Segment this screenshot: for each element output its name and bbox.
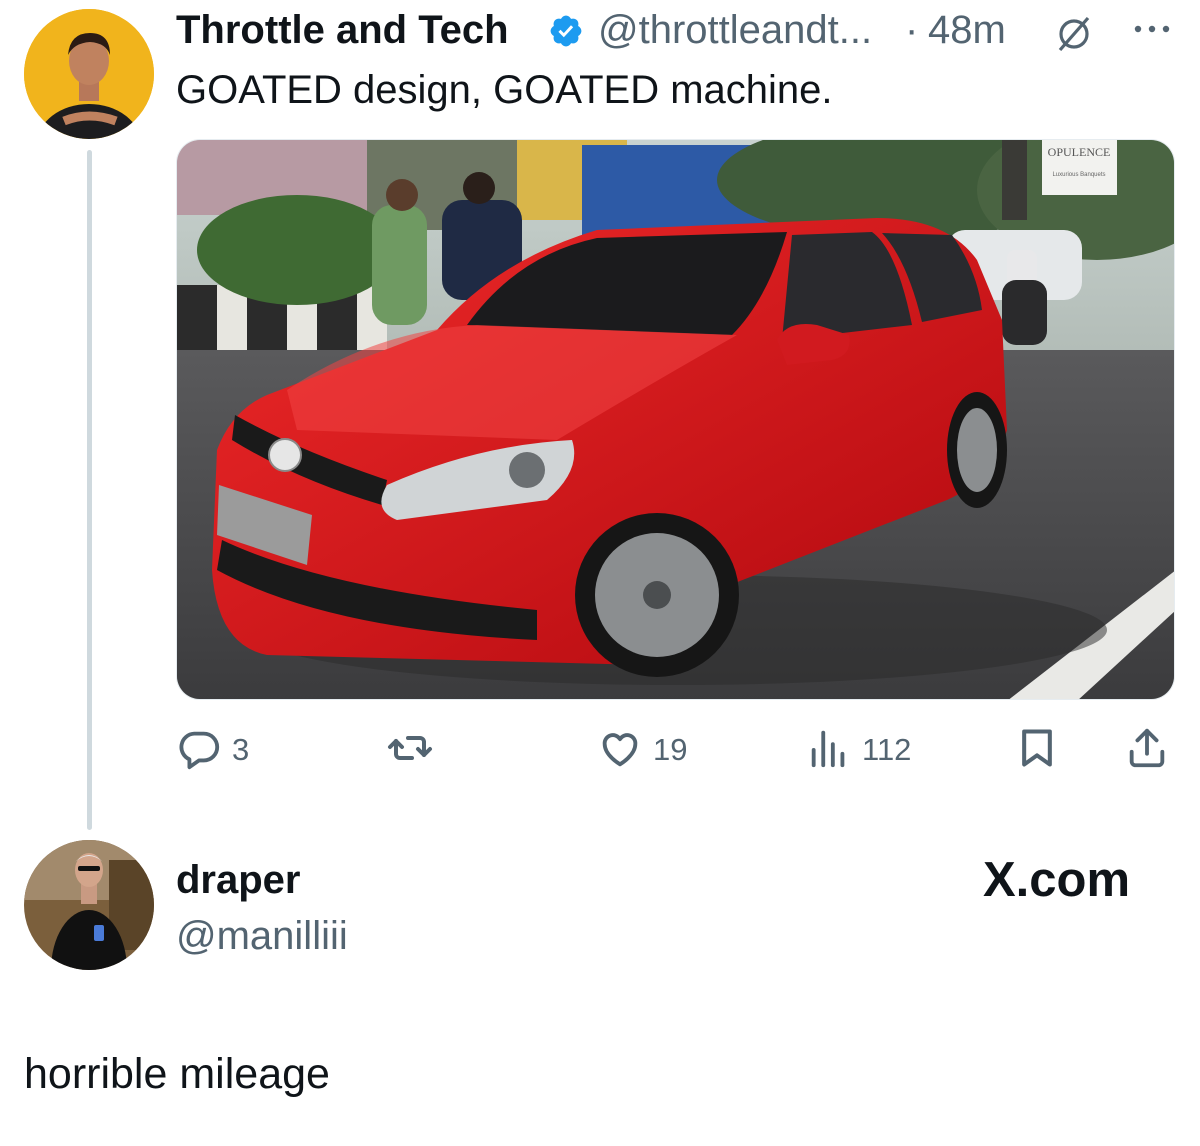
views-button[interactable]: 112: [806, 722, 911, 778]
author-handle[interactable]: @throttleandt...: [598, 6, 872, 54]
tweet-time[interactable]: 48m: [928, 6, 1006, 54]
dot-separator: ·: [905, 8, 919, 52]
reply-author-handle[interactable]: @manilliii: [176, 912, 348, 960]
thread-connector-line: [87, 150, 92, 830]
reply-count: 3: [232, 732, 250, 767]
reply-author-avatar[interactable]: [24, 840, 154, 970]
repost-icon: [386, 724, 434, 777]
like-icon: [597, 725, 643, 776]
like-button[interactable]: 19: [597, 722, 687, 778]
sign-opulence-sub: Luxurious Banquets: [1052, 172, 1105, 178]
x-com-watermark: X.com: [983, 853, 1131, 907]
reply-button[interactable]: 3: [176, 722, 249, 778]
sign-opulence: OPULENCE: [1048, 145, 1111, 159]
more-icon[interactable]: [1132, 22, 1172, 34]
views-count: 112: [862, 732, 912, 767]
share-button[interactable]: [1124, 722, 1170, 778]
author-avatar[interactable]: [24, 9, 154, 139]
tweet-text: GOATED design, GOATED machine.: [176, 68, 833, 112]
views-icon: [806, 725, 852, 776]
bookmark-button[interactable]: [1015, 722, 1059, 778]
verified-badge-icon: [548, 13, 584, 49]
tweet-photo[interactable]: OPULENCE Luxurious Banquets: [176, 139, 1175, 700]
grok-icon[interactable]: [1054, 13, 1094, 53]
repost-button[interactable]: [386, 722, 444, 778]
reply-author-name[interactable]: draper: [176, 856, 301, 904]
like-count: 19: [653, 732, 688, 767]
bookmark-icon: [1015, 725, 1059, 776]
share-icon: [1124, 725, 1170, 776]
author-name[interactable]: Throttle and Tech: [176, 6, 509, 54]
reply-text: horrible mileage: [24, 1050, 330, 1098]
reply-icon: [176, 725, 222, 776]
